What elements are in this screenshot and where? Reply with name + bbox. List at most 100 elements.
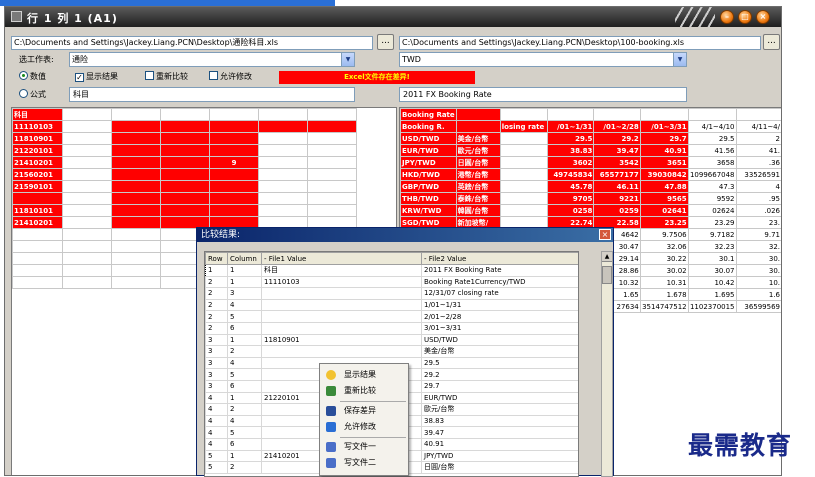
- right-grid-cell[interactable]: 45.78: [547, 180, 595, 193]
- close-button[interactable]: ×: [756, 10, 770, 24]
- right-grid-cell[interactable]: [639, 108, 689, 121]
- minimize-button[interactable]: –: [720, 10, 734, 24]
- left-grid-cell[interactable]: [307, 132, 357, 145]
- right-grid-cell[interactable]: GBP/TWD: [400, 180, 457, 193]
- right-grid-cell[interactable]: JPY/TWD: [400, 156, 457, 169]
- right-grid-cell[interactable]: 9565: [639, 192, 689, 205]
- left-grid-cell[interactable]: [258, 156, 308, 169]
- left-grid-cell[interactable]: 11110103: [12, 120, 63, 133]
- mode-value-radio[interactable]: 数值: [19, 71, 46, 83]
- right-grid-cell[interactable]: HKD/TWD: [400, 168, 457, 181]
- show-result-checkbox[interactable]: ✓ 显示结果: [75, 71, 118, 83]
- right-grid-cell[interactable]: 英鎊/台幣: [455, 180, 501, 193]
- menu-item-write-file1[interactable]: 写文件一: [322, 440, 408, 454]
- right-grid-cell[interactable]: 歐元/台幣: [455, 144, 501, 157]
- left-grid-cell[interactable]: [160, 168, 210, 181]
- chevron-down-icon[interactable]: ▼: [673, 53, 686, 66]
- right-grid-cell[interactable]: /01~1/31: [547, 120, 595, 133]
- right-grid-cell[interactable]: 33526591: [735, 168, 781, 181]
- left-grid-cell[interactable]: [62, 108, 112, 121]
- left-grid-cell[interactable]: [62, 276, 112, 289]
- right-grid-cell[interactable]: /01~3/31: [639, 120, 689, 133]
- left-grid-cell[interactable]: [160, 156, 210, 169]
- right-grid-cell[interactable]: 39.47: [593, 144, 641, 157]
- right-grid-cell[interactable]: 29.5: [547, 132, 595, 145]
- right-grid-cell[interactable]: THB/TWD: [400, 192, 457, 205]
- right-grid-cell[interactable]: [735, 108, 781, 121]
- right-grid-cell[interactable]: 日圓/台幣: [455, 156, 501, 169]
- left-grid-cell[interactable]: [258, 180, 308, 193]
- right-grid-cell[interactable]: 港幣/台幣: [455, 168, 501, 181]
- left-grid-cell[interactable]: [307, 192, 357, 205]
- right-grid-cell[interactable]: 9.7506: [639, 228, 689, 241]
- left-grid-cell[interactable]: [307, 180, 357, 193]
- left-grid-cell[interactable]: [62, 192, 112, 205]
- right-grid-cell[interactable]: 36599569: [735, 300, 781, 313]
- left-grid-cell[interactable]: [12, 264, 63, 277]
- right-grid-cell[interactable]: .36: [735, 156, 781, 169]
- left-grid-cell[interactable]: 21410201: [12, 216, 63, 229]
- right-grid-cell[interactable]: 02624: [687, 204, 737, 217]
- left-grid-cell[interactable]: 21590101: [12, 180, 63, 193]
- left-grid-cell[interactable]: [209, 192, 259, 205]
- menu-item-recompare[interactable]: 重新比较: [322, 384, 408, 398]
- result-row[interactable]: 1 1 科目 2011 FX Booking Rate: [205, 264, 578, 277]
- left-grid-cell[interactable]: [12, 276, 63, 289]
- right-grid-cell[interactable]: [455, 120, 501, 133]
- left-grid-cell[interactable]: [111, 156, 161, 169]
- left-grid-cell[interactable]: [111, 132, 161, 145]
- right-grid-cell[interactable]: 30.1: [687, 252, 737, 265]
- left-grid-cell[interactable]: [62, 204, 112, 217]
- left-grid-cell[interactable]: 11810901: [12, 132, 63, 145]
- left-grid-cell[interactable]: [111, 180, 161, 193]
- left-grid-cell[interactable]: [111, 120, 161, 133]
- mode-formula-radio[interactable]: 公式: [19, 89, 46, 101]
- result-row[interactable]: 2 5 2/01~2/28: [205, 310, 578, 323]
- left-grid-cell[interactable]: [160, 120, 210, 133]
- result-column-header[interactable]: - File1 Value: [261, 252, 422, 265]
- left-grid-cell[interactable]: [12, 252, 63, 265]
- right-grid-cell[interactable]: 9.7182: [687, 228, 737, 241]
- right-grid-cell[interactable]: 65577177: [593, 168, 641, 181]
- right-grid-cell[interactable]: 3651: [639, 156, 689, 169]
- left-grid-cell[interactable]: [160, 192, 210, 205]
- left-grid-cell[interactable]: 21410201: [12, 156, 63, 169]
- left-grid-cell[interactable]: [258, 120, 308, 133]
- right-grid-cell[interactable]: 30.: [735, 264, 781, 277]
- right-grid-cell[interactable]: 美金/台幣: [455, 132, 501, 145]
- right-grid-cell[interactable]: 3514747512: [639, 300, 689, 313]
- menu-item-allow-edit[interactable]: 允许修改: [322, 420, 408, 434]
- left-grid-cell[interactable]: [111, 240, 161, 253]
- menu-item-show-result[interactable]: 显示结果: [322, 368, 408, 382]
- right-grid-cell[interactable]: 韓圓/台幣: [455, 204, 501, 217]
- left-grid-cell[interactable]: [62, 132, 112, 145]
- right-grid-cell[interactable]: [687, 108, 737, 121]
- right-grid-cell[interactable]: 0258: [547, 204, 595, 217]
- right-grid-cell[interactable]: 32.23: [687, 240, 737, 253]
- result-row[interactable]: 3 1 11810901 USD/TWD: [205, 333, 578, 347]
- result-column-header[interactable]: - File2 Value: [421, 252, 578, 265]
- right-grid-cell[interactable]: 10.: [735, 276, 781, 289]
- right-grid-cell[interactable]: 30.22: [639, 252, 689, 265]
- left-grid-cell[interactable]: [111, 276, 161, 289]
- left-grid-cell[interactable]: [62, 180, 112, 193]
- left-grid-cell[interactable]: [62, 168, 112, 181]
- right-grid-cell[interactable]: 9705: [547, 192, 595, 205]
- right-grid-cell[interactable]: 29.2: [593, 132, 641, 145]
- right-grid-cell[interactable]: 30.02: [639, 264, 689, 277]
- left-grid-cell[interactable]: [258, 144, 308, 157]
- left-grid-cell[interactable]: [209, 120, 259, 133]
- left-grid-cell[interactable]: [111, 204, 161, 217]
- left-grid-cell[interactable]: [62, 240, 112, 253]
- right-grid-cell[interactable]: 30.: [735, 252, 781, 265]
- left-grid-cell[interactable]: 科目: [12, 108, 63, 121]
- left-grid-cell[interactable]: [307, 120, 357, 133]
- left-grid-cell[interactable]: [12, 228, 63, 241]
- scroll-thumb[interactable]: [602, 266, 612, 284]
- result-scrollbar[interactable]: ▲: [601, 251, 613, 477]
- left-sheet-select[interactable]: 通险 ▼: [69, 52, 355, 67]
- right-grid-cell[interactable]: KRW/TWD: [400, 204, 457, 217]
- right-grid-cell[interactable]: 3542: [593, 156, 641, 169]
- left-grid-cell[interactable]: [62, 252, 112, 265]
- right-grid-cell[interactable]: Booking R.: [400, 120, 457, 133]
